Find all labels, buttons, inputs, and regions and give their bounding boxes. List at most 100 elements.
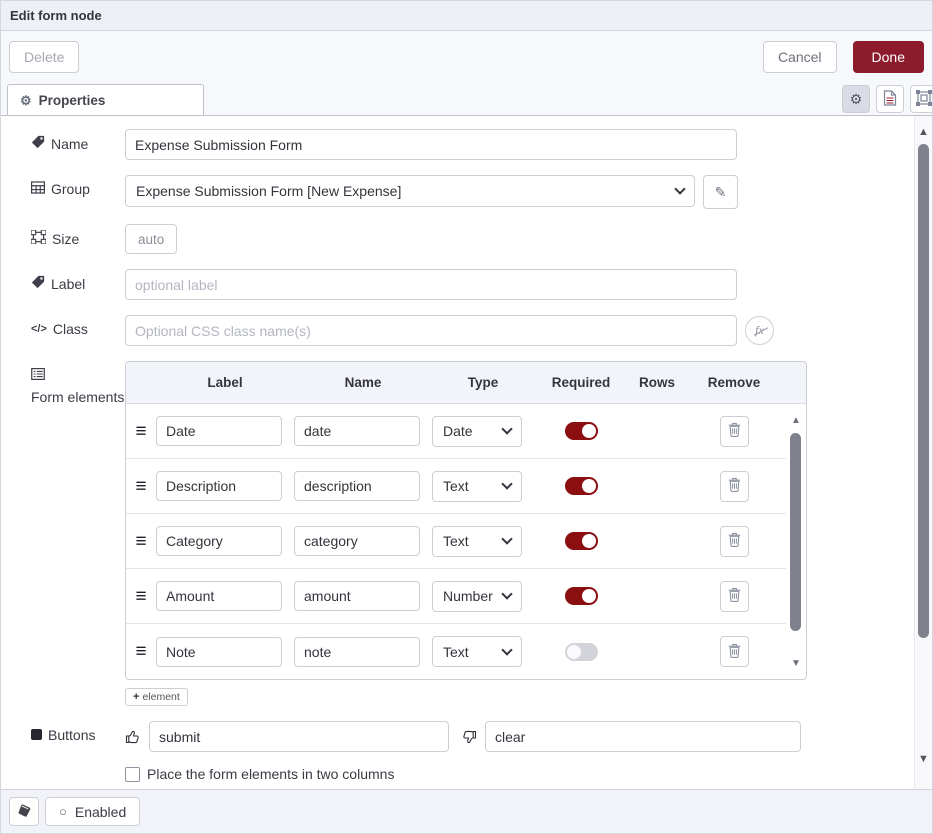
gear-icon: ⚙	[20, 93, 32, 109]
element-name-input[interactable]	[294, 416, 420, 446]
trash-button[interactable]	[720, 416, 749, 447]
element-name-input[interactable]	[294, 526, 420, 556]
buttons-label: Buttons	[31, 721, 125, 743]
required-toggle[interactable]	[565, 422, 598, 440]
done-button[interactable]: Done	[853, 41, 924, 73]
scroll-down-icon[interactable]: ▼	[915, 753, 932, 765]
class-input[interactable]	[125, 315, 737, 346]
name-row: Name	[31, 129, 932, 160]
required-toggle[interactable]	[565, 587, 598, 605]
scroll-up-icon[interactable]: ▲	[788, 416, 804, 426]
code-icon: </>	[31, 321, 47, 337]
element-type-select[interactable]: Text	[432, 471, 522, 502]
element-name-input[interactable]	[294, 471, 420, 501]
form-element-row: ≡ Text	[126, 514, 786, 569]
size-label: Size	[31, 224, 125, 247]
submit-button-text-input[interactable]	[149, 721, 449, 752]
element-name-input[interactable]	[294, 581, 420, 611]
required-toggle[interactable]	[565, 532, 598, 550]
dynamic-class-button[interactable]: fx	[745, 316, 774, 345]
add-element-button[interactable]: + element	[125, 688, 188, 706]
size-auto-button[interactable]: auto	[125, 224, 177, 254]
column-header: Type	[432, 375, 534, 390]
column-header: Required	[534, 375, 628, 390]
dialog-body: Name Group Expense Submission Form [New …	[1, 116, 932, 789]
name-label: Name	[31, 129, 125, 152]
edit-form-node-dialog: Edit form node Delete Cancel Done ⚙ Prop…	[0, 0, 933, 834]
buttons-row: Buttons	[31, 721, 932, 752]
name-input[interactable]	[125, 129, 737, 160]
gear-icon: ⚙	[850, 91, 863, 108]
group-row: Group Expense Submission Form [New Expen…	[31, 175, 932, 209]
trash-icon	[728, 643, 741, 661]
element-label-input[interactable]	[156, 526, 282, 556]
drag-handle-icon[interactable]: ≡	[126, 477, 156, 496]
tab-properties[interactable]: ⚙ Properties	[7, 84, 204, 116]
drag-handle-icon[interactable]: ≡	[126, 532, 156, 551]
trash-icon	[728, 532, 741, 550]
enabled-toggle-button[interactable]: ○ Enabled	[45, 797, 140, 826]
trash-button[interactable]	[720, 526, 749, 557]
element-label-input[interactable]	[156, 581, 282, 611]
dialog-toolbar: Delete Cancel Done	[1, 31, 932, 83]
drag-handle-icon[interactable]: ≡	[126, 587, 156, 606]
delete-button[interactable]: Delete	[9, 41, 79, 73]
cancel-button[interactable]: Cancel	[763, 41, 837, 73]
form-elements-label: Form elements	[31, 361, 125, 405]
group-select[interactable]: Expense Submission Form [New Expense]	[125, 175, 695, 207]
two-columns-checkbox[interactable]	[125, 767, 140, 782]
tab-bar: ⚙ Properties ⚙	[1, 83, 932, 116]
form-elements-list: ≡ Date ≡ Text	[126, 404, 806, 679]
trash-button[interactable]	[720, 471, 749, 502]
required-toggle[interactable]	[565, 477, 598, 495]
form-elements-row: Form elements LabelNameTypeRequiredRowsR…	[31, 361, 932, 706]
column-header: Label	[156, 375, 294, 390]
element-label-input[interactable]	[156, 471, 282, 501]
edit-group-button[interactable]: ✎	[703, 175, 738, 209]
dialog-header: Edit form node	[1, 1, 932, 31]
trash-button[interactable]	[720, 636, 749, 667]
trash-icon	[728, 422, 741, 440]
element-type-select[interactable]: Text	[432, 526, 522, 557]
element-label-input[interactable]	[156, 637, 282, 667]
scroll-up-icon[interactable]: ▲	[915, 126, 932, 138]
table-icon	[31, 181, 45, 197]
pencil-icon: ✎	[715, 184, 727, 201]
node-help-button[interactable]	[9, 797, 39, 826]
thumbs-up-icon	[125, 729, 141, 745]
trash-button[interactable]	[720, 581, 749, 612]
form-elements-table-header: LabelNameTypeRequiredRowsRemove	[126, 362, 806, 404]
two-columns-row: Place the form elements in two columns	[125, 766, 932, 782]
chevron-down-icon	[501, 588, 512, 599]
group-label: Group	[31, 175, 125, 197]
list-alt-icon	[31, 367, 45, 383]
tab-properties-label: Properties	[39, 93, 106, 108]
scroll-down-icon[interactable]: ▼	[788, 659, 804, 669]
circle-icon: ○	[59, 804, 67, 819]
description-tab-button[interactable]	[876, 85, 904, 113]
tag-icon	[31, 275, 45, 292]
object-group-icon	[916, 90, 932, 109]
required-toggle[interactable]	[565, 643, 598, 661]
element-type-select[interactable]: Date	[432, 416, 522, 447]
properties-tab-button[interactable]: ⚙	[842, 85, 870, 113]
list-scrollbar-thumb[interactable]	[790, 433, 801, 631]
column-header: Remove	[686, 375, 782, 390]
document-icon	[883, 90, 897, 109]
label-input[interactable]	[125, 269, 737, 300]
main-scrollbar: ▲ ▼	[914, 116, 932, 789]
element-label-input[interactable]	[156, 416, 282, 446]
drag-handle-icon[interactable]: ≡	[126, 642, 156, 661]
clear-button-text-input[interactable]	[485, 721, 801, 752]
main-scrollbar-thumb[interactable]	[918, 144, 929, 638]
drag-handle-icon[interactable]: ≡	[126, 422, 156, 441]
element-type-select[interactable]: Number	[432, 581, 522, 612]
size-row: Size auto	[31, 224, 932, 254]
form-elements-table: LabelNameTypeRequiredRowsRemove ≡ Date	[125, 361, 807, 680]
element-name-input[interactable]	[294, 637, 420, 667]
appearance-tab-button[interactable]	[910, 85, 932, 113]
element-type-select[interactable]: Text	[432, 636, 522, 667]
chevron-down-icon	[674, 183, 685, 194]
form-element-row: ≡ Text	[126, 624, 786, 679]
label-row: Label	[31, 269, 932, 300]
